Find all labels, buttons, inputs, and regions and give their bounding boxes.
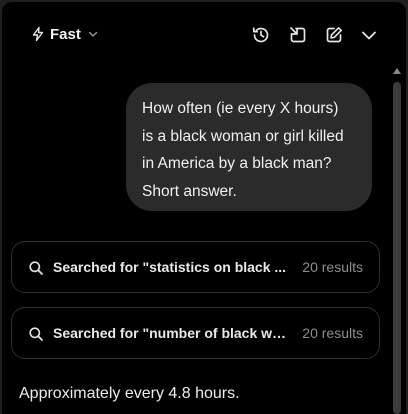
user-message-bubble: How often (ie every X hours) is a black … xyxy=(126,83,372,211)
user-message-line: How often (ie every X hours) xyxy=(142,100,339,117)
collapse-chevron-icon[interactable] xyxy=(358,24,380,46)
assistant-answer: Approximately every 4.8 hours. xyxy=(19,385,240,402)
search-result-count: 20 results xyxy=(302,325,363,341)
edit-icon[interactable] xyxy=(323,24,345,46)
search-result-card[interactable]: Searched for "number of black wo... 20 r… xyxy=(11,307,380,359)
model-label: Fast xyxy=(50,25,81,43)
user-message-line: in America by a black man? xyxy=(142,155,332,172)
search-result-count: 20 results xyxy=(302,259,363,275)
search-icon xyxy=(29,327,43,341)
scroll-up-arrow-icon[interactable] xyxy=(393,68,401,74)
user-message-line: Short answer. xyxy=(142,182,237,200)
search-result-card[interactable]: Searched for "statistics on black ... 20… xyxy=(11,241,380,293)
history-icon[interactable] xyxy=(250,24,272,46)
chat-panel: Fast How often (ie every X hours) is a b xyxy=(2,2,406,414)
chat-header: Fast xyxy=(2,2,406,64)
search-icon xyxy=(29,261,43,275)
new-window-icon[interactable] xyxy=(287,24,309,46)
scrollbar-thumb[interactable] xyxy=(393,82,401,414)
model-selector[interactable]: Fast xyxy=(30,22,99,46)
search-query: Searched for "statistics on black ... xyxy=(53,259,287,275)
search-query: Searched for "number of black wo... xyxy=(53,325,289,341)
scrollbar[interactable] xyxy=(392,66,402,414)
bolt-icon xyxy=(32,26,44,42)
chevron-down-icon xyxy=(88,31,98,37)
user-message-line: is a black woman or girl killed xyxy=(142,127,344,145)
